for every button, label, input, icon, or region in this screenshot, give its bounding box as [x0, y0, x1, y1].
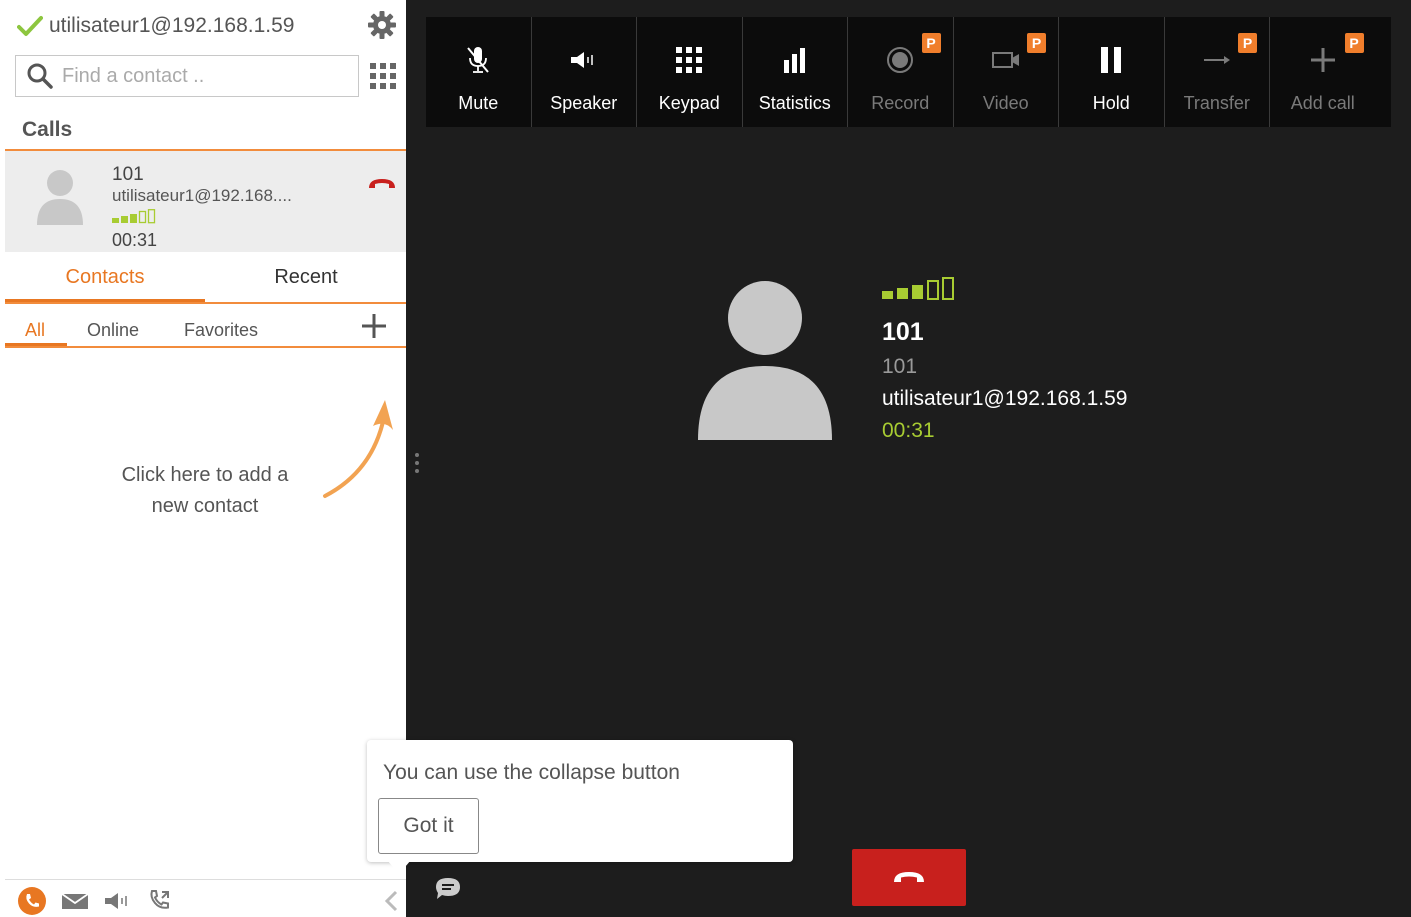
search-box: [15, 55, 359, 97]
contact-uri: utilisateur1@192.168.1.59: [882, 387, 1128, 410]
bottom-divider: [5, 879, 406, 880]
call-uri: utilisateur1@192.168....: [112, 186, 292, 205]
subtab-favorites[interactable]: Favorites: [184, 320, 258, 341]
hold-icon: [1101, 47, 1122, 73]
search-input[interactable]: [62, 64, 352, 88]
premium-badge: P: [1027, 33, 1046, 53]
collapse-tooltip: You can use the collapse button Got it: [367, 740, 793, 874]
tooltip-tail: [387, 860, 411, 874]
tab-recent[interactable]: Recent: [206, 266, 406, 289]
premium-badge: P: [1238, 33, 1257, 53]
mute-icon: [467, 47, 490, 73]
speaker-icon: [570, 52, 593, 68]
hangup-button[interactable]: [852, 849, 966, 906]
add-call-label: Add call: [1290, 93, 1355, 113]
video-icon: [991, 52, 1019, 68]
record-icon: [887, 47, 914, 73]
add-call-button[interactable]: P Add call: [1270, 17, 1376, 127]
video-label: Video: [982, 93, 1029, 113]
subtab-underline: [5, 343, 67, 346]
statistics-button[interactable]: Statistics: [743, 17, 848, 127]
statistics-icon: [783, 48, 805, 73]
transfer-icon: [1203, 56, 1230, 64]
signal-icon: [112, 209, 156, 224]
call-number: 101: [112, 164, 144, 185]
hold-button[interactable]: Hold: [1059, 17, 1165, 127]
active-call-info: 101 101 utilisateur1@192.168.1.59 00:31: [882, 277, 1128, 443]
hint-line-2: new contact: [151, 495, 259, 517]
account-label: utilisateur1@192.168.1.59: [49, 14, 295, 37]
transfer-label: Transfer: [1183, 93, 1250, 113]
record-button[interactable]: P Record: [848, 17, 954, 127]
signal-icon: [882, 277, 954, 300]
call-duration: 00:31: [112, 230, 158, 250]
hangup-icon[interactable]: [367, 177, 397, 191]
dialpad-icon[interactable]: [369, 62, 397, 90]
chat-icon[interactable]: [434, 876, 462, 902]
collapse-chevron-icon[interactable]: [383, 890, 399, 912]
hangup-icon: [894, 871, 924, 882]
message-icon[interactable]: [61, 891, 89, 911]
tooltip-text: You can use the collapse button: [383, 761, 680, 784]
speaker-button[interactable]: Speaker: [532, 17, 637, 127]
tab-underline: [5, 299, 205, 302]
bottom-nav: [17, 886, 187, 916]
add-call-icon: [1310, 48, 1335, 72]
keypad-label: Keypad: [658, 93, 720, 113]
phone-icon[interactable]: [17, 886, 47, 916]
keypad-button[interactable]: Keypad: [637, 17, 743, 127]
got-it-button[interactable]: Got it: [378, 798, 479, 854]
hint-line-1: Click here to add a: [121, 464, 289, 486]
resize-handle-icon[interactable]: [414, 452, 420, 474]
subtab-all[interactable]: All: [25, 320, 45, 341]
keypad-icon: [676, 47, 703, 73]
speaker-icon[interactable]: [103, 891, 133, 911]
tab-contacts[interactable]: Contacts: [5, 266, 205, 289]
call-toolbar: Mute Speaker Keypad Statistics P Record …: [426, 17, 1391, 127]
mute-button[interactable]: Mute: [426, 17, 532, 127]
premium-badge: P: [1344, 33, 1364, 53]
calls-title: Calls: [22, 118, 73, 141]
video-button[interactable]: P Video: [954, 17, 1059, 127]
contacts-tabs: Contacts Recent: [5, 252, 406, 304]
account-status[interactable]: utilisateur1@192.168.1.59: [17, 12, 295, 40]
statistics-label: Statistics: [758, 93, 831, 113]
transfer-button[interactable]: P Transfer: [1165, 17, 1270, 127]
add-contact-hint: Click here to add a new contact: [95, 460, 315, 522]
mute-label: Mute: [458, 93, 499, 113]
subtab-online[interactable]: Online: [87, 320, 139, 341]
add-contact-icon[interactable]: [360, 312, 388, 340]
contact-name: 101: [882, 318, 924, 346]
hold-label: Hold: [1092, 93, 1130, 113]
contact-filter-tabs: All Online Favorites: [5, 304, 406, 348]
contact-number: 101: [882, 355, 918, 378]
hint-arrow-icon: [323, 400, 393, 498]
left-panel: utilisateur1@192.168.1.59 Calls: [5, 0, 406, 917]
avatar-icon: [37, 170, 83, 225]
premium-badge: P: [921, 33, 941, 53]
call-list-item[interactable]: 101 utilisateur1@192.168.... 00:31: [5, 151, 406, 252]
record-label: Record: [871, 93, 930, 113]
search-icon: [27, 63, 53, 89]
speaker-label: Speaker: [550, 93, 618, 113]
call-timer: 00:31: [882, 419, 935, 442]
call-forward-icon[interactable]: [147, 888, 173, 914]
check-icon: [17, 16, 43, 36]
gear-icon[interactable]: [367, 10, 397, 40]
contact-avatar-icon: [698, 281, 832, 440]
